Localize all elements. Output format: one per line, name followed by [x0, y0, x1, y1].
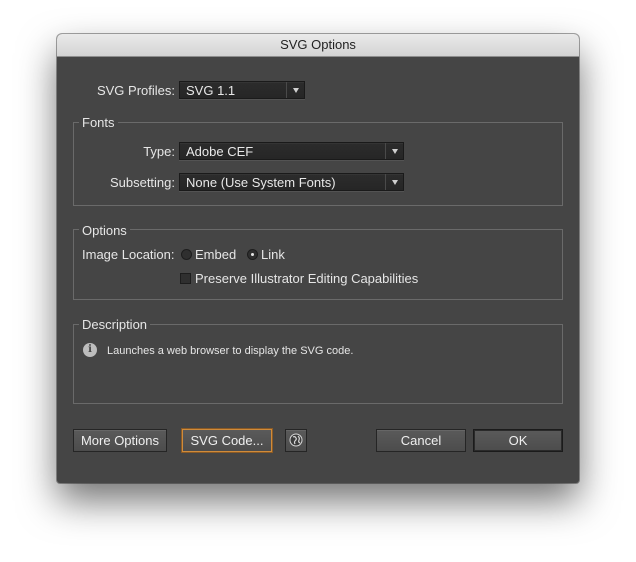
- svg-profiles-dropdown[interactable]: SVG 1.1: [179, 81, 305, 99]
- svg-profiles-label: SVG Profiles:: [96, 83, 175, 98]
- embed-radio[interactable]: [181, 249, 192, 260]
- font-type-value: Adobe CEF: [186, 144, 254, 159]
- description-group-title: Description: [79, 318, 151, 332]
- svg-profiles-value: SVG 1.1: [186, 83, 236, 98]
- fonts-group: [73, 122, 563, 206]
- cancel-button[interactable]: Cancel: [376, 429, 466, 452]
- svg-options-dialog: SVG Options SVG Profiles: SVG 1.1 Fonts …: [57, 34, 579, 483]
- subsetting-label: Subsetting:: [109, 175, 175, 190]
- globe-icon: [289, 433, 303, 447]
- subsetting-dropdown[interactable]: None (Use System Fonts): [179, 173, 404, 191]
- dropdown-arrow-icon: [385, 143, 403, 159]
- dialog-title: SVG Options: [57, 34, 579, 57]
- preserve-editing-checkbox[interactable]: [180, 273, 191, 284]
- description-text: Launches a web browser to display the SV…: [107, 345, 354, 357]
- svg-code-button[interactable]: SVG Code...: [182, 429, 272, 452]
- image-location-label: Image Location:: [82, 247, 175, 262]
- description-group: [73, 324, 563, 404]
- ok-button[interactable]: OK: [473, 429, 563, 452]
- link-radio[interactable]: [247, 249, 258, 260]
- options-group: [73, 229, 563, 300]
- preserve-editing-label[interactable]: Preserve Illustrator Editing Capabilitie…: [195, 271, 418, 286]
- fonts-group-title: Fonts: [79, 116, 118, 130]
- subsetting-value: None (Use System Fonts): [186, 175, 336, 190]
- options-group-title: Options: [79, 224, 130, 238]
- dropdown-arrow-icon: [286, 82, 304, 98]
- web-preview-button[interactable]: [285, 429, 307, 452]
- embed-label[interactable]: Embed: [195, 247, 236, 262]
- dropdown-arrow-icon: [385, 174, 403, 190]
- more-options-button[interactable]: More Options: [73, 429, 167, 452]
- font-type-dropdown[interactable]: Adobe CEF: [179, 142, 404, 160]
- info-icon: i: [83, 343, 97, 357]
- link-label[interactable]: Link: [261, 247, 285, 262]
- font-type-label: Type:: [143, 144, 175, 159]
